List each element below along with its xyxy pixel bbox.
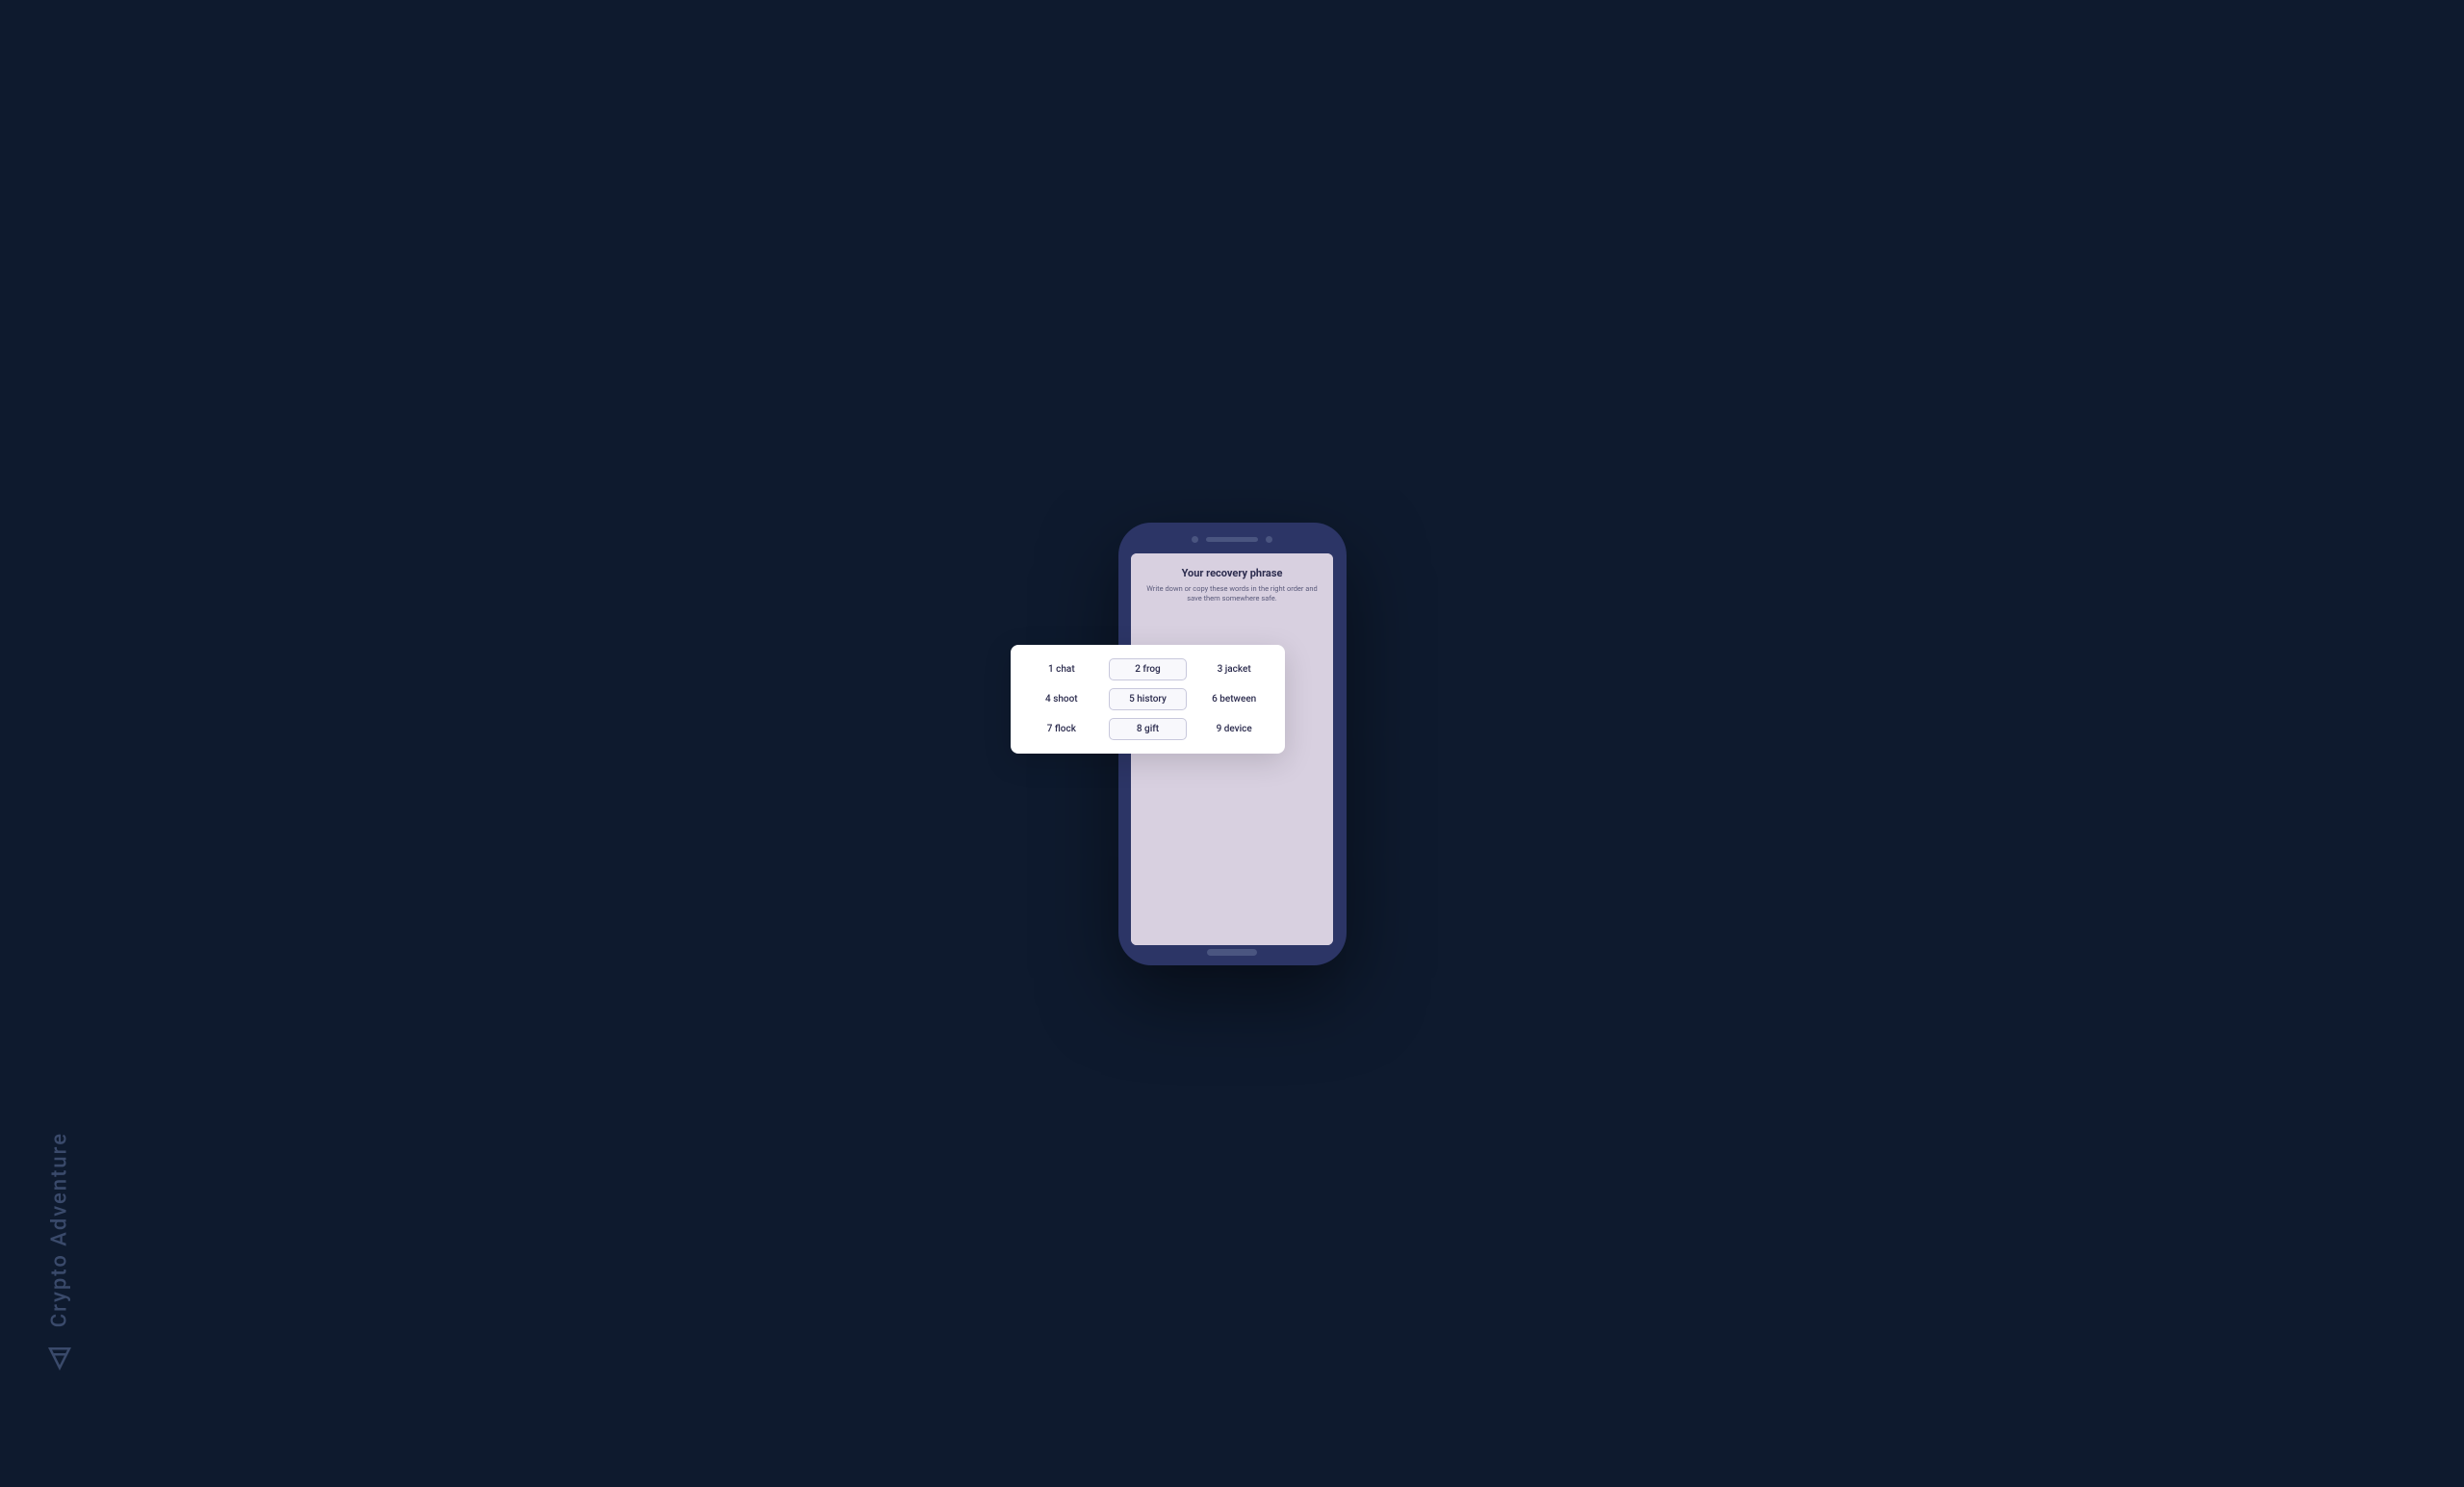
phone-shell: Your recovery phrase Write down or copy …	[1118, 523, 1347, 965]
phrase-item-5: 5 history	[1109, 688, 1188, 710]
phrase-grid: 1 chat 2 frog 3 jacket 4 shoot 5 history…	[1022, 658, 1273, 740]
phone-home-button[interactable]	[1207, 949, 1257, 956]
phone-screen: Your recovery phrase Write down or copy …	[1131, 553, 1333, 945]
watermark: Crypto Adventure	[46, 1132, 73, 1372]
phone-speaker	[1206, 537, 1258, 542]
phrase-item-9: 9 device	[1194, 718, 1273, 740]
phone-top-bar	[1118, 523, 1347, 550]
phrase-item-4: 4 shoot	[1022, 688, 1101, 710]
phrase-item-3: 3 jacket	[1194, 658, 1273, 680]
crypto-adventure-icon	[46, 1345, 73, 1372]
phrase-item-7: 7 flock	[1022, 718, 1101, 740]
screen-title: Your recovery phrase	[1144, 567, 1320, 579]
phrase-item-6: 6 between	[1194, 688, 1273, 710]
phrase-item-2: 2 frog	[1109, 658, 1188, 680]
phrase-item-8: 8 gift	[1109, 718, 1188, 740]
watermark-text: Crypto Adventure	[48, 1132, 72, 1327]
screen-header: Your recovery phrase Write down or copy …	[1131, 553, 1333, 612]
recovery-card: 1 chat 2 frog 3 jacket 4 shoot 5 history…	[1011, 645, 1285, 754]
phone-front-cam-dot	[1266, 536, 1272, 543]
phrase-item-1: 1 chat	[1022, 658, 1101, 680]
screen-subtitle: Write down or copy these words in the ri…	[1144, 584, 1320, 604]
phone-camera-dot	[1192, 536, 1198, 543]
